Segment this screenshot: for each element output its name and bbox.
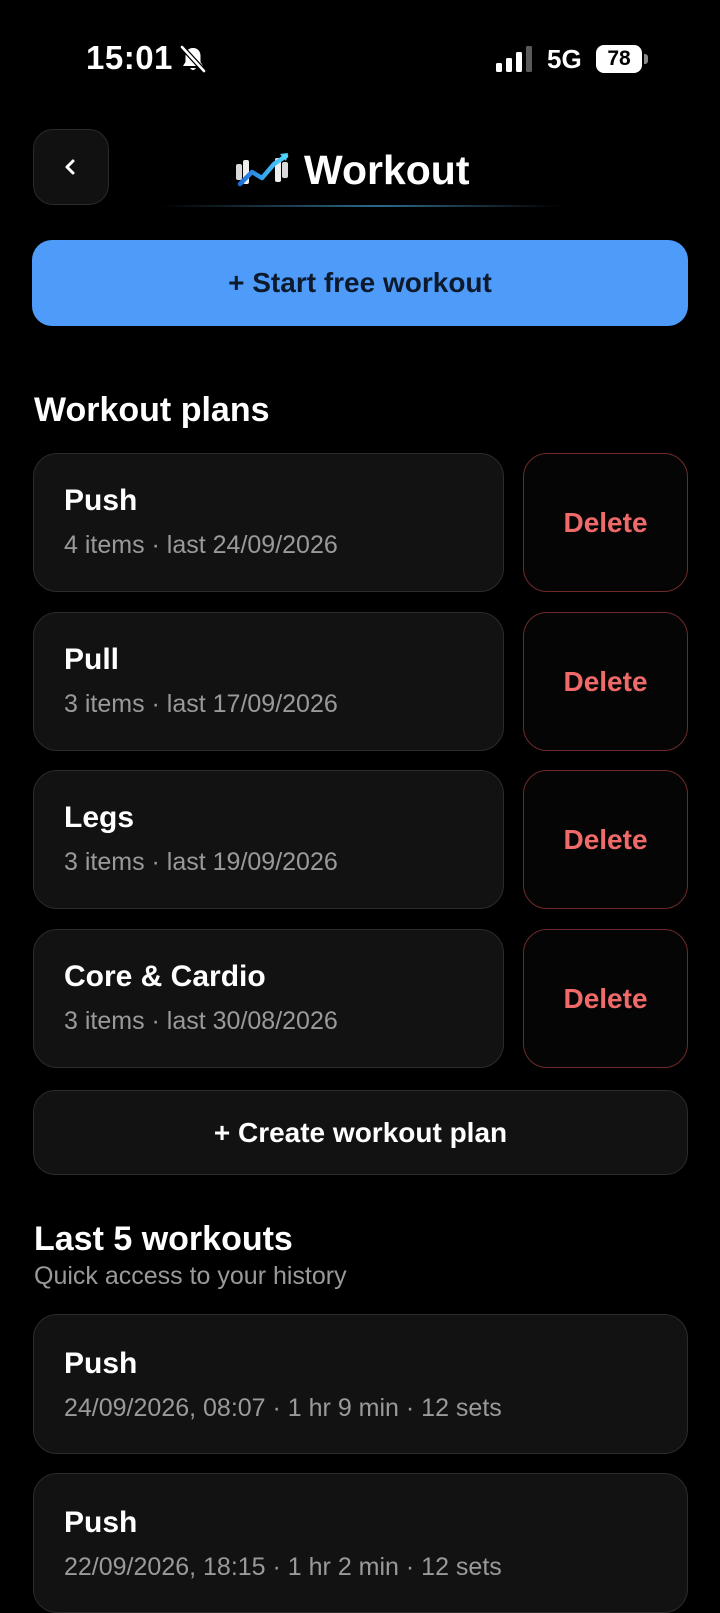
plan-card-legs[interactable]: Legs 3 items · last 19/09/2026	[33, 770, 504, 909]
plan-meta: 4 items · last 24/09/2026	[64, 531, 338, 559]
plan-card-pull[interactable]: Pull 3 items · last 17/09/2026	[33, 612, 504, 751]
plan-meta: 3 items · last 17/09/2026	[64, 690, 338, 718]
last-workouts-subtitle: Quick access to your history	[34, 1262, 347, 1290]
history-workout-meta: 22/09/2026, 18:15 · 1 hr 2 min · 12 sets	[64, 1553, 502, 1581]
battery-icon: 78	[596, 45, 649, 73]
delete-plan-push-button[interactable]: Delete	[523, 453, 688, 592]
battery-level: 78	[596, 45, 642, 73]
history-workout-name: Push	[64, 1347, 138, 1380]
status-time: 15:01	[86, 39, 173, 76]
history-card[interactable]: Push 24/09/2026, 08:07 · 1 hr 9 min · 12…	[33, 1314, 688, 1454]
history-workout-name: Push	[64, 1506, 138, 1539]
start-free-workout-button[interactable]: + Start free workout	[32, 240, 688, 326]
header-title: Workout	[160, 134, 560, 208]
history-card[interactable]: Push 22/09/2026, 18:15 · 1 hr 2 min · 12…	[33, 1473, 688, 1613]
dumbbell-chart-logo-icon	[236, 153, 289, 187]
page-title: Workout	[304, 147, 470, 193]
last-workouts-title: Last 5 workouts	[34, 1220, 293, 1258]
history-workout-meta: 24/09/2026, 08:07 · 1 hr 9 min · 12 sets	[64, 1394, 502, 1422]
create-workout-plan-button[interactable]: + Create workout plan	[33, 1090, 688, 1175]
delete-plan-core-cardio-button[interactable]: Delete	[523, 929, 688, 1068]
plan-name: Pull	[64, 643, 120, 676]
battery-cap	[644, 54, 648, 64]
delete-plan-legs-button[interactable]: Delete	[523, 770, 688, 909]
workout-plans-title: Workout plans	[34, 391, 270, 429]
plan-name: Push	[64, 484, 138, 517]
status-bar: 15:01 5G 78	[0, 0, 720, 116]
bell-slash-icon	[180, 45, 206, 73]
delete-plan-pull-button[interactable]: Delete	[523, 612, 688, 751]
plan-name: Core & Cardio	[64, 960, 266, 993]
chevron-left-icon	[65, 159, 75, 175]
plan-card-core-cardio[interactable]: Core & Cardio 3 items · last 30/08/2026	[33, 929, 504, 1068]
plan-meta: 3 items · last 19/09/2026	[64, 848, 338, 876]
back-button[interactable]	[33, 129, 109, 205]
plan-card-push[interactable]: Push 4 items · last 24/09/2026	[33, 453, 504, 592]
plan-name: Legs	[64, 801, 135, 834]
title-underline	[160, 205, 560, 207]
cellular-signal-icon	[496, 46, 532, 72]
plan-meta: 3 items · last 30/08/2026	[64, 1007, 338, 1035]
network-type: 5G	[547, 44, 582, 74]
